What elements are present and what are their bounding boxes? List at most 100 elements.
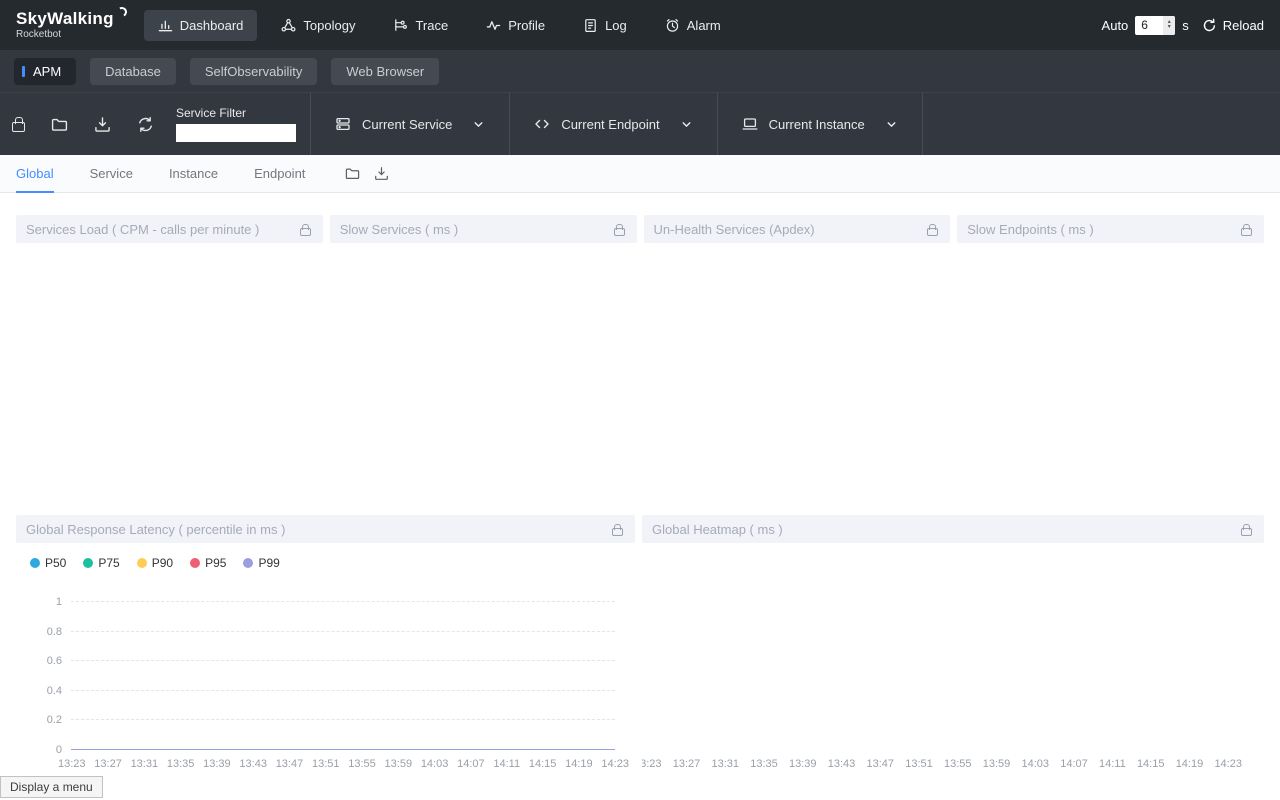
browser-status-tooltip: Display a menu <box>0 776 103 798</box>
x-axis-label: 13:55 <box>944 758 972 770</box>
current-service-selector[interactable]: Current Service <box>310 93 509 155</box>
legend-dot <box>83 558 93 568</box>
panel-lock-button[interactable] <box>1239 221 1254 238</box>
lock-edit-button[interactable] <box>12 117 25 132</box>
import-tab-button[interactable] <box>345 166 360 181</box>
x-axis-label: 13:47 <box>276 758 304 770</box>
panel-title: Services Load ( CPM - calls per minute ) <box>26 222 259 237</box>
x-axis-label: 13:59 <box>983 758 1011 770</box>
nav-item-dashboard[interactable]: Dashboard <box>144 10 258 41</box>
dashboard-tab-apm[interactable]: APM <box>14 58 76 85</box>
latency-plot: 00.20.40.60.81 <box>71 602 615 750</box>
reload-button[interactable]: Reload <box>1202 18 1264 33</box>
legend-dot <box>137 558 147 568</box>
panel-lock-button[interactable] <box>610 521 625 538</box>
current-instance-selector[interactable]: Current Instance <box>717 93 923 155</box>
x-axis-label: 13:51 <box>905 758 933 770</box>
legend-item-p50[interactable]: P50 <box>30 556 66 570</box>
panel-body-empty <box>330 243 637 499</box>
panel-header: Services Load ( CPM - calls per minute ) <box>16 215 323 243</box>
service-icon <box>335 116 351 132</box>
tab-global[interactable]: Global <box>16 155 54 192</box>
panel-lock-button[interactable] <box>925 221 940 238</box>
gridline: 0.4 <box>71 690 615 691</box>
y-axis-label: 1 <box>56 596 62 608</box>
panel-row-1: Services Load ( CPM - calls per minute )… <box>16 215 1264 499</box>
panel-header: Global Heatmap ( ms ) <box>642 515 1264 543</box>
legend-item-p90[interactable]: P90 <box>137 556 173 570</box>
folder-icon <box>345 166 360 181</box>
x-axis-label: 13:27 <box>673 758 701 770</box>
nav-item-label: Dashboard <box>180 18 244 33</box>
panel-header: Slow Endpoints ( ms ) <box>957 215 1264 243</box>
x-axis-label: 13:43 <box>239 758 267 770</box>
y-axis-label: 0.4 <box>47 685 62 697</box>
lock-icon <box>612 528 623 536</box>
dashboard-tab-database[interactable]: Database <box>90 58 176 85</box>
panel-global-response-latency: Global Response Latency ( percentile in … <box>16 515 635 775</box>
tab-endpoint[interactable]: Endpoint <box>254 155 305 192</box>
nav-item-trace[interactable]: Trace <box>379 10 462 41</box>
export-tab-button[interactable] <box>374 166 389 181</box>
panel-body-empty <box>957 243 1264 499</box>
nav-item-log[interactable]: Log <box>569 10 641 41</box>
auto-reload-interval-input[interactable]: 6 ▴▾ <box>1135 16 1175 35</box>
legend-label: P90 <box>152 556 173 570</box>
tab-service[interactable]: Service <box>90 155 133 192</box>
chevron-down-icon <box>680 118 693 131</box>
tab-label: Endpoint <box>254 166 305 181</box>
series-line-p99 <box>71 749 615 751</box>
app-logo[interactable]: SkyWalking Rocketbot <box>16 10 114 40</box>
legend-item-p75[interactable]: P75 <box>83 556 119 570</box>
dashboard-tab-web-browser[interactable]: Web Browser <box>331 58 439 85</box>
panel-services-load: Services Load ( CPM - calls per minute ) <box>16 215 323 499</box>
service-filter-input[interactable] <box>176 124 296 142</box>
dashboard-tab-label: Database <box>105 64 161 79</box>
nav-item-alarm[interactable]: Alarm <box>651 10 735 41</box>
lock-icon <box>1241 528 1252 536</box>
nav-item-profile[interactable]: Profile <box>472 10 559 41</box>
nav-item-topology[interactable]: Topology <box>267 10 369 41</box>
log-icon <box>583 18 598 33</box>
nav-item-label: Topology <box>303 18 355 33</box>
x-axis-label: 13:35 <box>167 758 195 770</box>
x-axis-label: 14:11 <box>493 758 520 770</box>
dashboard-tab-label: APM <box>33 64 61 79</box>
x-axis-label: 14:11 <box>1099 758 1126 770</box>
panel-lock-button[interactable] <box>298 221 313 238</box>
legend-item-p99[interactable]: P99 <box>243 556 279 570</box>
panel-body-empty <box>16 243 323 499</box>
panel-slow-endpoints: Slow Endpoints ( ms ) <box>957 215 1264 499</box>
x-axis-label: 13:39 <box>203 758 231 770</box>
tab-instance[interactable]: Instance <box>169 155 218 192</box>
endpoint-icon <box>534 116 550 132</box>
refresh-templates-button[interactable] <box>137 116 154 133</box>
import-template-button[interactable] <box>51 116 68 133</box>
nav-right-controls: Auto 6 ▴▾ s Reload <box>1102 16 1264 35</box>
legend-label: P95 <box>205 556 226 570</box>
x-axis-label: 13:51 <box>312 758 340 770</box>
topology-icon <box>281 18 296 33</box>
dashboard-tab-selfobservability[interactable]: SelfObservability <box>190 58 318 85</box>
stepper-down-icon: ▾ <box>1168 25 1171 30</box>
dashboard-tabs-bar: APM Database SelfObservability Web Brows… <box>0 50 1280 92</box>
x-axis-label: 14:19 <box>565 758 593 770</box>
profile-icon <box>486 18 501 33</box>
instance-icon <box>742 116 758 132</box>
export-template-button[interactable] <box>94 116 111 133</box>
legend-label: P50 <box>45 556 66 570</box>
service-filter-label: Service Filter <box>176 106 296 120</box>
tab-label: Service <box>90 166 133 181</box>
x-axis-label: 13:35 <box>750 758 778 770</box>
panel-lock-button[interactable] <box>1239 521 1254 538</box>
legend-item-p95[interactable]: P95 <box>190 556 226 570</box>
main-nav: Dashboard Topology Trace Profile Log Ala… <box>144 10 735 41</box>
heatmap-chart: 13:2313:2713:3113:3513:3913:4313:4713:51… <box>642 543 1264 775</box>
panel-lock-button[interactable] <box>612 221 627 238</box>
x-axis-label: 13:27 <box>94 758 122 770</box>
y-axis-label: 0.2 <box>47 714 62 726</box>
number-stepper[interactable]: ▴▾ <box>1163 16 1175 35</box>
current-endpoint-selector[interactable]: Current Endpoint <box>509 93 716 155</box>
chevron-down-icon <box>885 118 898 131</box>
tab-label: Instance <box>169 166 218 181</box>
